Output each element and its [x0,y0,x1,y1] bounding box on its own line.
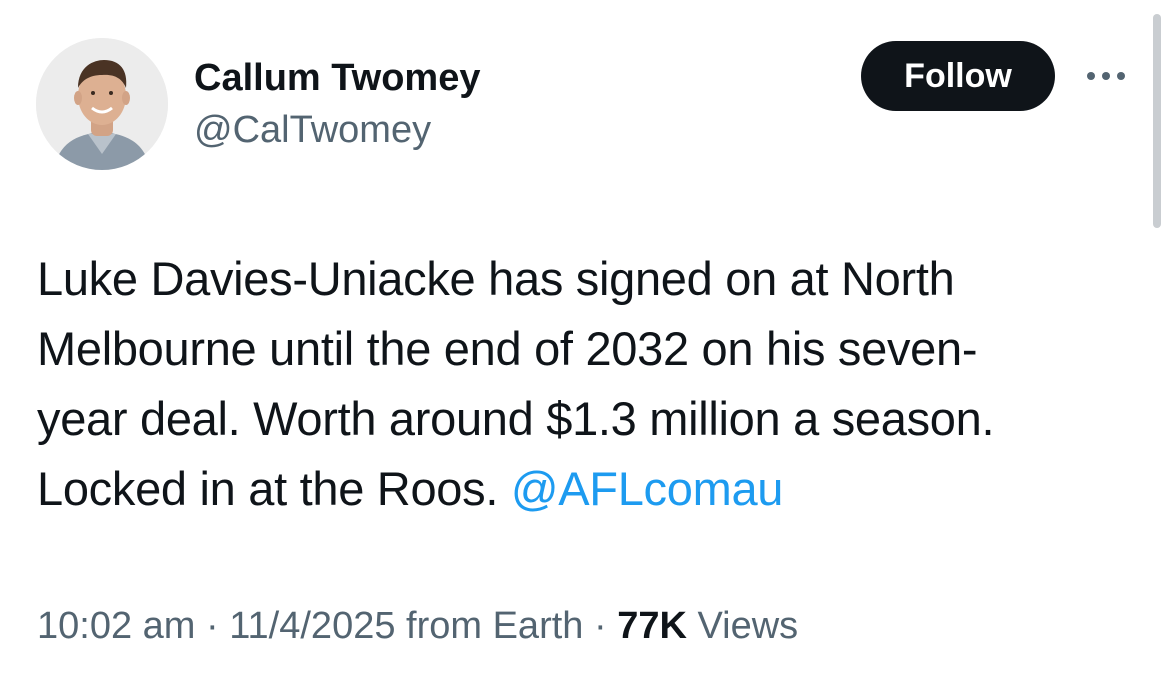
author-handle[interactable]: @CalTwomey [194,108,431,152]
tweet-date[interactable]: 11/4/2025 [229,605,395,647]
tweet-time[interactable]: 10:02 am [37,605,195,647]
tweet-line-text: Locked in at the Roos. [37,462,511,515]
tweet-line: year deal. Worth around $1.3 million a s… [37,392,995,445]
tweet-detail: Callum Twomey @CalTwomey Follow Luke Dav… [0,0,1170,682]
follow-button[interactable]: Follow [861,41,1055,111]
tweet-line: Locked in at the Roos. @AFLcomau [37,454,1137,524]
mention-link[interactable]: @AFLcomau [511,462,784,515]
avatar[interactable] [36,38,168,170]
tweet-meta: 10:02 am · 11/4/2025 from Earth · 77K Vi… [37,603,798,649]
avatar-photo [36,38,168,170]
meta-separator: · [195,605,230,647]
author-display-name[interactable]: Callum Twomey [194,56,480,100]
tweet-source: from Earth [395,605,584,647]
more-horizontal-icon[interactable] [1082,62,1130,90]
views-count[interactable]: 77K [617,605,687,647]
tweet-line: Melbourne until the end of 2032 on his s… [37,322,978,375]
scrollbar[interactable] [1153,14,1161,228]
views-label: Views [686,605,799,647]
meta-separator: · [583,605,618,647]
tweet-text: Luke Davies-Uniacke has signed on at Nor… [37,244,1137,524]
tweet-line: Luke Davies-Uniacke has signed on at Nor… [37,252,955,305]
